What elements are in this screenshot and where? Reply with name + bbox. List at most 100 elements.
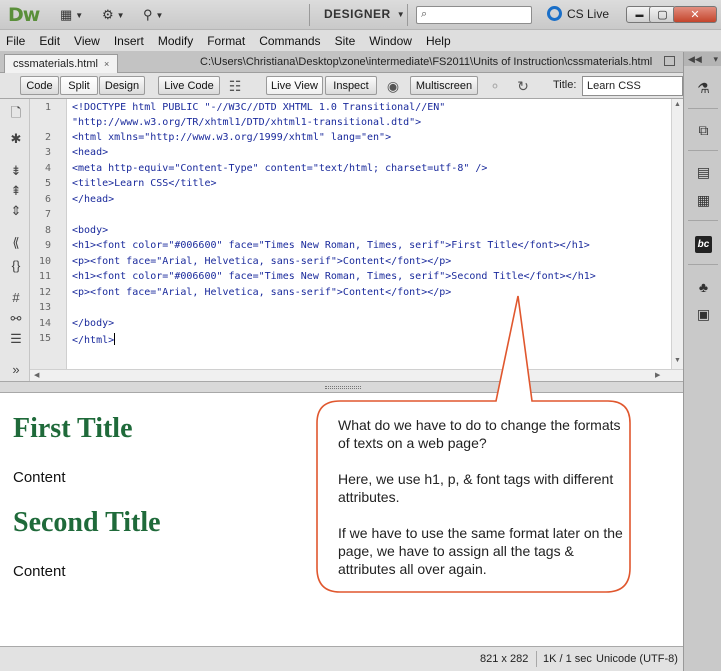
files-panel-icon[interactable]: ♣	[695, 278, 712, 295]
close-button[interactable]: ✕	[673, 6, 717, 23]
ap-elements-panel-icon[interactable]: ▤	[695, 164, 712, 181]
check-browser-icon[interactable]: ☷	[226, 77, 244, 95]
line-number: 3	[44, 147, 51, 158]
scroll-right-icon[interactable]: ▶	[655, 371, 660, 379]
menu-file[interactable]: File	[6, 34, 25, 48]
menu-help[interactable]: Help	[426, 34, 451, 48]
site-icon: ⚲	[143, 7, 153, 22]
document-tab[interactable]: cssmaterials.html ×	[4, 54, 119, 73]
split-view-button[interactable]: Split	[60, 76, 98, 95]
balance-braces-icon[interactable]: {}	[8, 257, 24, 273]
site-menu-button[interactable]: ⚲ ▼	[143, 6, 163, 24]
line-number: 10	[38, 256, 51, 267]
splitter-grip-icon[interactable]	[325, 386, 361, 389]
code-horizontal-scrollbar[interactable]: ◀ ▶	[30, 369, 683, 381]
menu-insert[interactable]: Insert	[114, 34, 144, 48]
document-tab-bar: cssmaterials.html × C:\Users\Christiana\…	[0, 52, 683, 73]
line-number: 8	[44, 225, 51, 236]
expand-all-icon[interactable]: ⇕	[8, 203, 24, 219]
expand-panels-icon[interactable]: ◀◀	[688, 54, 702, 65]
code-view-button[interactable]: Code	[20, 76, 59, 95]
code-line: <meta http-equiv="Content-Type" content=…	[72, 163, 488, 174]
insert-panel-icon[interactable]: ⚗	[695, 80, 712, 97]
menu-commands[interactable]: Commands	[259, 34, 320, 48]
assets-panel-icon[interactable]: ▣	[695, 306, 712, 323]
divider	[536, 651, 537, 667]
cs-live-label: CS Live	[567, 6, 610, 21]
line-number: 5	[44, 178, 51, 189]
live-code-button[interactable]: Live Code	[158, 76, 220, 95]
extend-menu-button[interactable]: ⚙ ▼	[102, 6, 125, 24]
code-line: <!DOCTYPE html PUBLIC "-//W3C//DTD XHTML…	[72, 102, 446, 113]
preview-browser-icon[interactable]: ◉	[384, 77, 402, 95]
tag-inspector-icon[interactable]: ▦	[695, 192, 712, 209]
refresh-icon[interactable]: ↻	[514, 77, 532, 95]
more-tools-icon[interactable]: »	[8, 361, 24, 377]
workspace-switcher[interactable]: DESIGNER ▼	[324, 7, 405, 21]
panel-menu-icon[interactable]: ▾	[713, 54, 718, 65]
heading-first-title: First Title	[13, 413, 133, 444]
business-catalyst-icon[interactable]: bc	[695, 236, 712, 253]
split-view-divider[interactable]	[0, 381, 683, 393]
menu-window[interactable]: Window	[369, 34, 412, 48]
divider	[407, 4, 408, 26]
code-editor[interactable]: <!DOCTYPE html PUBLIC "-//W3C//DTD XHTML…	[67, 99, 671, 369]
code-line: </body>	[72, 318, 115, 329]
line-number: 6	[44, 194, 51, 205]
cs-live-icon	[547, 6, 562, 21]
code-vertical-scrollbar[interactable]: ▲ ▼	[671, 99, 683, 369]
line-numbers-icon[interactable]: #	[8, 289, 24, 305]
window-size[interactable]: 821 x 282	[480, 653, 528, 665]
download-time: 1K / 1 sec	[543, 653, 592, 665]
title-input[interactable]: Learn CSS	[582, 76, 683, 96]
code-line: <html xmlns="http://www.w3.org/1999/xhtm…	[72, 132, 392, 143]
callout-paragraph: What do we have to do to change the form…	[338, 417, 621, 451]
highlight-invalid-code-icon[interactable]: ⚯	[8, 311, 24, 327]
show-code-navigator-icon[interactable]: ✱	[8, 131, 24, 147]
scroll-left-icon[interactable]: ◀	[34, 371, 39, 379]
cs-live-button[interactable]: CS Live	[547, 6, 609, 21]
menu-modify[interactable]: Modify	[158, 34, 193, 48]
scroll-up-icon[interactable]: ▲	[674, 101, 681, 108]
title-bar: Dw ▦ ▼ ⚙ ▼ ⚲ ▼ DESIGNER ▼ ⌕ CS Live ▬ ▢ ✕	[0, 0, 721, 30]
design-view-button[interactable]: Design	[99, 76, 145, 95]
live-view-button[interactable]: Live View	[266, 76, 323, 95]
scroll-down-icon[interactable]: ▼	[674, 357, 681, 364]
content-paragraph: Content	[13, 469, 66, 486]
workspace-label: DESIGNER	[324, 7, 391, 21]
callout-paragraph: If we have to use the same format later …	[338, 525, 623, 577]
maximize-icon: ▢	[657, 9, 668, 21]
code-line: "http://www.w3.org/TR/xhtml1/DTD/xhtml1-…	[72, 117, 422, 128]
code-line: <title>Learn CSS</title>	[72, 178, 217, 189]
menu-bar: File Edit View Insert Modify Format Comm…	[0, 30, 721, 52]
search-input[interactable]: ⌕	[416, 6, 532, 24]
word-wrap-icon[interactable]: ☰	[8, 331, 24, 347]
chevron-down-icon: ▼	[75, 10, 84, 20]
select-parent-tag-icon[interactable]: ⟪	[8, 235, 24, 251]
chevron-down-icon: ▼	[116, 10, 125, 20]
menu-edit[interactable]: Edit	[39, 34, 60, 48]
status-bar: 821 x 282 1K / 1 sec Unicode (UTF-8)	[0, 646, 683, 671]
multiscreen-button[interactable]: Multiscreen	[410, 76, 478, 95]
dreamweaver-logo: Dw	[8, 4, 40, 26]
text-cursor	[114, 333, 116, 345]
validate-icon[interactable]: ⚬	[486, 77, 504, 95]
layout-menu-button[interactable]: ▦ ▼	[60, 6, 83, 24]
collapse-tag-icon[interactable]: ⇟	[8, 163, 24, 179]
open-documents-icon[interactable]: 🗋	[8, 105, 24, 123]
code-line-text: </html>	[72, 335, 115, 346]
collapse-selection-icon[interactable]: ⇞	[8, 183, 24, 199]
menu-site[interactable]: Site	[335, 34, 356, 48]
code-line: <p><font face="Arial, Helvetica, sans-se…	[72, 287, 452, 298]
css-styles-panel-icon[interactable]: ⧉	[695, 122, 712, 139]
close-tab-icon[interactable]: ×	[104, 59, 109, 69]
line-number: 2	[44, 132, 51, 143]
dock-header[interactable]: ◀◀ ▾	[684, 52, 721, 66]
menu-format[interactable]: Format	[207, 34, 245, 48]
line-number: 13	[38, 302, 51, 313]
divider	[309, 4, 310, 26]
menu-view[interactable]: View	[74, 34, 100, 48]
restore-window-icon[interactable]	[664, 56, 675, 66]
inspect-button[interactable]: Inspect	[325, 76, 377, 95]
maximize-button[interactable]: ▢	[649, 6, 676, 23]
